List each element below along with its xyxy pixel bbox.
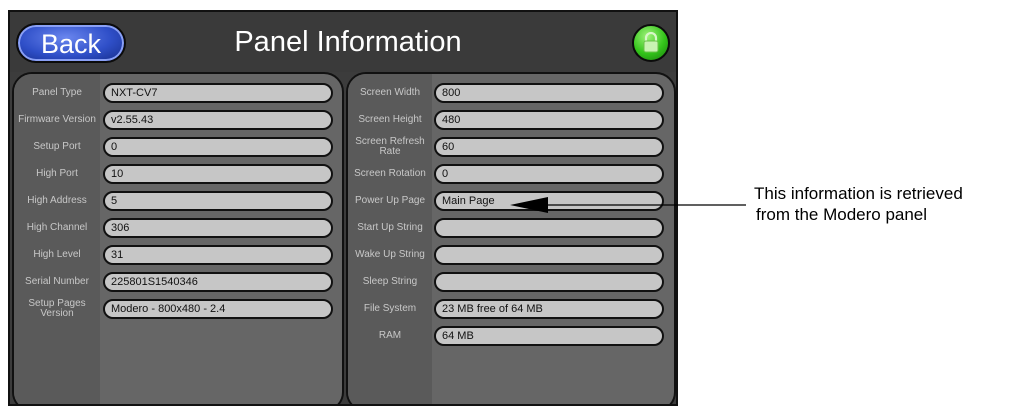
- annotation-line-1: This information is retrieved: [754, 184, 963, 203]
- annotation-line-2: from the Modero panel: [756, 205, 928, 224]
- annotation-note: This information is retrieved from the M…: [754, 183, 1022, 225]
